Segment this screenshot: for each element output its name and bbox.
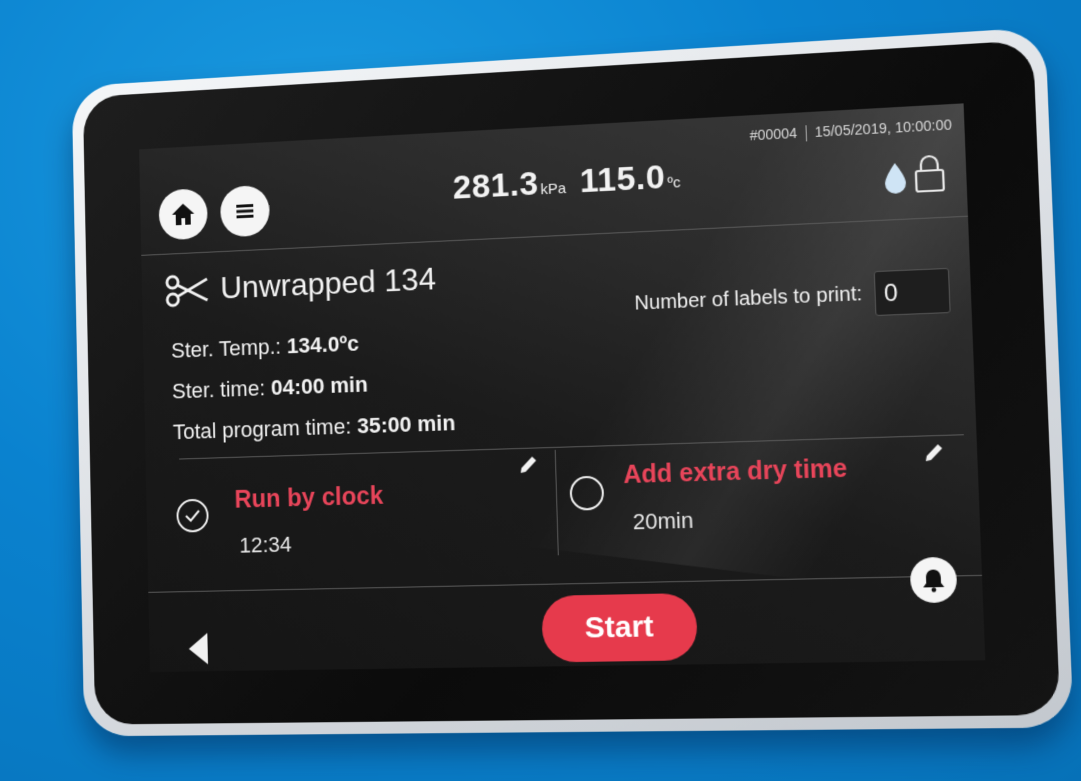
- labels-to-print-row: Number of labels to print: 0: [634, 268, 951, 326]
- scissors-icon: [164, 272, 209, 307]
- ster-temp-value: 134.0ºc: [287, 331, 359, 358]
- menu-icon: [236, 204, 253, 218]
- device-frame: 281.3kPa 115.0ºc #00004 15/05/2019, 10:00:…: [72, 27, 1074, 736]
- back-arrow-icon[interactable]: [187, 632, 210, 666]
- edit-pencil-icon[interactable]: [922, 441, 946, 464]
- extra-dry-checkbox[interactable]: [569, 476, 604, 511]
- cycle-number: #00004: [749, 125, 797, 144]
- ster-time-line: Ster. time: 04:00 min: [172, 372, 368, 405]
- options-separator: [555, 450, 559, 555]
- bell-icon: [921, 567, 945, 592]
- run-by-clock-checkbox[interactable]: [176, 499, 209, 533]
- extra-dry-title: Add extra dry time: [623, 454, 848, 490]
- meta-separator: [805, 126, 807, 142]
- ster-time-value: 04:00 min: [271, 372, 368, 400]
- temperature-unit: ºc: [667, 174, 681, 192]
- total-time-label: Total program time:: [173, 414, 358, 445]
- start-button[interactable]: Start: [541, 593, 698, 663]
- run-by-clock-value: 12:34: [239, 532, 292, 559]
- temperature-value: 115.0: [579, 158, 666, 200]
- labels-to-print-input[interactable]: 0: [874, 268, 951, 316]
- home-button[interactable]: [158, 188, 207, 241]
- ster-time-label: Ster. time:: [172, 375, 271, 403]
- pressure-unit: kPa: [540, 180, 566, 198]
- program-title: Unwrapped 134: [164, 261, 436, 309]
- chamber-readings: 281.3kPa 115.0ºc: [452, 156, 695, 207]
- labels-to-print-label: Number of labels to print:: [634, 282, 862, 315]
- home-icon: [171, 202, 196, 226]
- run-by-clock-title: Run by clock: [234, 482, 383, 515]
- lock-icon[interactable]: [913, 153, 946, 193]
- ster-temp-label: Ster. Temp.:: [171, 334, 287, 363]
- option-extra-dry-time[interactable]: Add extra dry time 20min: [569, 443, 962, 555]
- total-time-line: Total program time: 35:00 min: [173, 410, 456, 445]
- touch-screen: 281.3kPa 115.0ºc #00004 15/05/2019, 10:00:…: [139, 103, 985, 672]
- menu-button[interactable]: [220, 185, 270, 238]
- program-name: Unwrapped 134: [220, 261, 436, 307]
- edit-pencil-icon[interactable]: [517, 453, 539, 476]
- ster-temp-line: Ster. Temp.: 134.0ºc: [171, 331, 359, 364]
- alarm-button[interactable]: [910, 557, 958, 604]
- water-drop-icon: [882, 161, 908, 195]
- cycle-meta: #00004 15/05/2019, 10:00:00: [749, 116, 952, 144]
- pressure-value: 281.3: [452, 165, 539, 207]
- option-run-by-clock[interactable]: Run by clock 12:34: [172, 475, 540, 583]
- total-time-value: 35:00 min: [357, 410, 456, 438]
- extra-dry-value: 20min: [632, 508, 693, 536]
- date-time: 15/05/2019, 10:00:00: [814, 116, 952, 140]
- checkmark-icon: [178, 501, 207, 531]
